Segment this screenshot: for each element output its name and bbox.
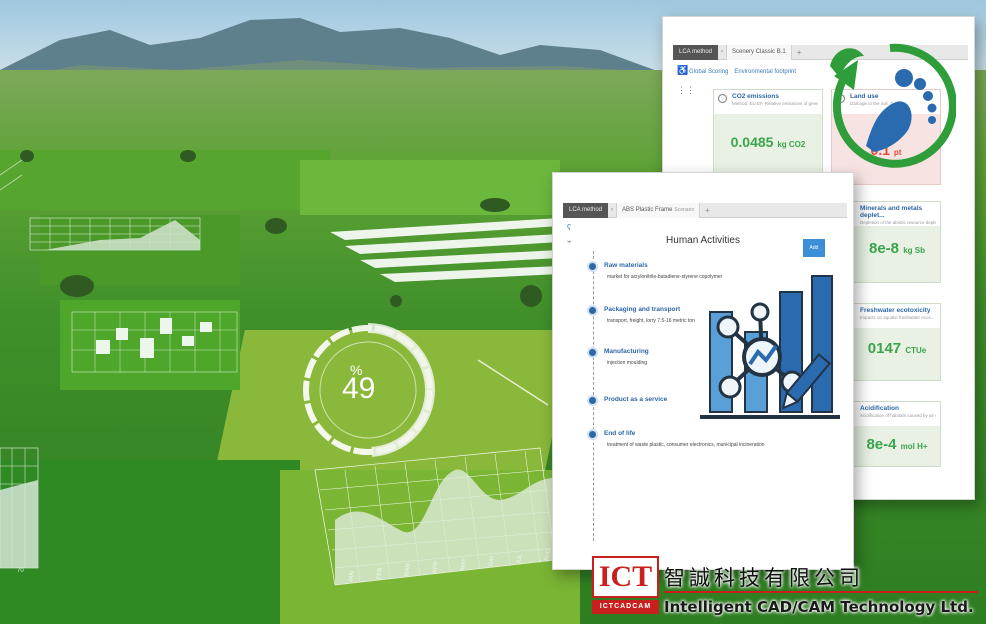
stage-icon: [587, 347, 598, 358]
metric-value: 0147 CTUe: [867, 340, 927, 357]
stage-label: End of life: [604, 430, 636, 437]
stage-icon: [587, 429, 598, 440]
metric-card-freshwater-ecotoxicity[interactable]: Freshwater ecotoxicity Impacts on aquati…: [853, 303, 941, 381]
company-name-chinese: 智誠科技有限公司: [664, 566, 864, 590]
metric-card-acidification[interactable]: Acidification Acidification of habitats …: [853, 401, 941, 467]
metric-title: CO2 emissions: [732, 93, 779, 100]
field-left-grid-overlay: [0, 447, 39, 569]
subnav-global-scoring[interactable]: Global Scoring: [689, 69, 728, 75]
gauge-value: 49: [342, 372, 376, 405]
tab-nav-arrow-icon[interactable]: ‹: [721, 49, 723, 55]
metric-value: 8e-8 kg Sb: [869, 240, 925, 257]
metric-title: Minerals and metals deplet...: [860, 205, 923, 219]
tab-nav-arrow-icon[interactable]: ‹: [611, 207, 613, 213]
ict-logo-subtext: ICTCADCAM: [592, 600, 659, 614]
score-subnav: Global Scoring Environmental footprint: [689, 69, 796, 75]
stage-label: Packaging and transport: [604, 306, 681, 313]
stage-activity: treatment of waste plastic, consumer ele…: [607, 442, 765, 448]
add-tab-icon[interactable]: +: [705, 206, 710, 215]
metric-description: Impacts on aquatic freshwater ecos...: [860, 315, 935, 320]
stage-activity: injection moulding: [607, 360, 648, 366]
grid-apps-icon[interactable]: ⋮⋮: [677, 85, 695, 96]
add-activity-button[interactable]: Add: [803, 239, 825, 257]
stage-activity: transport, freight, lorry 7.5-16 metric …: [607, 318, 695, 324]
subnav-environmental-footprint[interactable]: Environmental footprint: [734, 69, 796, 75]
left-chart-label: 70: [17, 568, 24, 574]
field-area-chart-overlay: [29, 217, 201, 251]
co2-icon: ◌: [718, 94, 727, 103]
company-name-english: Intelligent CAD/CAM Technology Ltd.: [664, 598, 974, 616]
logo-divider: [664, 591, 978, 593]
ict-logo-mark: ICT: [592, 556, 659, 598]
stage-icon: [587, 395, 598, 406]
add-tab-icon[interactable]: +: [797, 48, 802, 57]
metric-title: Freshwater ecotoxicity: [860, 307, 931, 314]
field-bar-stripes-overlay: [330, 218, 560, 282]
field-line-overlay: [0, 159, 23, 191]
metric-value: 8e-4 mol H+: [866, 436, 928, 453]
metric-card-co2[interactable]: ◌ CO2 emissions Method: EU EF. Relative …: [713, 89, 823, 179]
stage-icon: [587, 305, 598, 316]
accessibility-icon[interactable]: ♿: [677, 65, 688, 76]
ict-logo[interactable]: ICT ICTCADCAM: [592, 556, 659, 618]
field-line-overlay: [477, 359, 549, 406]
metric-title: Acidification: [860, 405, 900, 412]
tab-lca-method[interactable]: LCA method: [563, 202, 609, 218]
metric-description: Acidification of habitats caused by air …: [860, 413, 936, 418]
stage-label: Product as a service: [604, 396, 668, 403]
tab-scenario[interactable]: Scenery Classic B.1: [726, 44, 792, 60]
metric-description: Method: EU EF. Relative emissions of gre…: [732, 101, 818, 106]
stage-label: Raw materials: [604, 262, 648, 269]
metric-value: 0.0485 kg CO2: [730, 134, 806, 150]
metric-description: Depletion of the abiotic resource deplet…: [860, 220, 936, 225]
accessibility-icon[interactable]: ʕ: [567, 223, 571, 232]
field-bar-grid-overlay: [71, 311, 238, 373]
footprint-recycle-icon: [830, 43, 956, 168]
stage-icon: [587, 261, 598, 272]
network-bar-chart-pencil-icon: [700, 275, 840, 419]
tab-scenario[interactable]: ABS Plastic Frame Scenario: [616, 202, 701, 218]
metric-card-minerals[interactable]: Minerals and metals deplet... Depletion …: [853, 201, 941, 283]
tab-bar: LCA method ‹ ABS Plastic Frame Scenario …: [563, 202, 847, 218]
stage-label: Manufacturing: [604, 348, 649, 355]
tab-lca-method[interactable]: LCA method: [673, 44, 719, 60]
